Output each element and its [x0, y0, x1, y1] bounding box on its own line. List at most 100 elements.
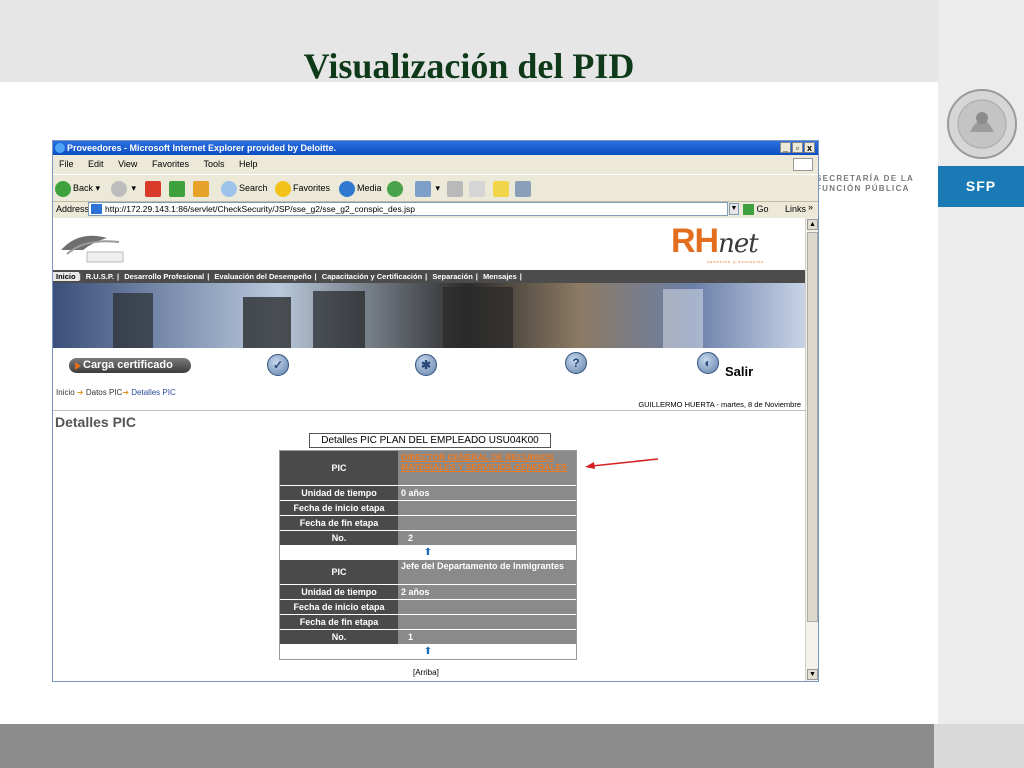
browser-window: Proveedores - Microsoft Internet Explore…	[52, 140, 819, 682]
orange-arrow-icon	[75, 362, 81, 370]
annotation-arrow-icon	[585, 458, 659, 469]
no-label: No.	[280, 531, 398, 545]
go-arrow-icon	[743, 204, 754, 216]
favorites-button[interactable]: Favorites	[275, 179, 330, 197]
page-viewport: RHnet conexión y evolución Inicio | R.U.S…	[53, 218, 805, 681]
nav-separacion[interactable]: Separación	[429, 272, 475, 281]
rhnet-logo: RHnet	[671, 222, 759, 260]
maximize-button[interactable]: ▫	[792, 142, 803, 153]
inicio-label: Fecha de inicio etapa	[280, 600, 398, 614]
forward-button[interactable]: ▾	[111, 179, 136, 197]
help-icon[interactable]: ?	[565, 352, 587, 374]
links-chevron-icon[interactable]: »	[808, 199, 813, 215]
media-icon	[339, 180, 355, 197]
browser-titlebar[interactable]: Proveedores - Microsoft Internet Explore…	[53, 141, 818, 155]
nav-desarrollo[interactable]: Desarrollo Profesional	[121, 272, 207, 281]
unidad-value: 0 años	[398, 486, 576, 500]
breadcrumb-datos-pic[interactable]: Datos PIC	[86, 388, 122, 397]
window-title: Proveedores - Microsoft Internet Explore…	[67, 143, 337, 153]
refresh-button[interactable]	[169, 179, 187, 197]
go-button[interactable]: Go	[743, 201, 769, 217]
mail-icon	[415, 180, 431, 197]
exit-icon[interactable]: ◐	[697, 352, 719, 374]
unidad-label: Unidad de tiempo	[280, 486, 398, 500]
inicio-label: Fecha de inicio etapa	[280, 501, 398, 515]
research-icon	[515, 180, 531, 197]
scroll-thumb[interactable]	[807, 232, 818, 622]
toolbar: Back ▾ ▾ Search Favorites Media ▾	[53, 174, 818, 202]
breadcrumb: Inicio ➔ Datos PIC➔ Detalles PIC	[56, 388, 176, 397]
slide-title: Visualización del PID	[303, 46, 635, 86]
mexico-seal-logo	[947, 89, 1017, 159]
user-date-line: GUILLERMO HUERTA - martes, 8 de Noviembr…	[638, 400, 801, 409]
page-heading: Detalles PIC	[55, 414, 136, 430]
banner-image	[53, 283, 805, 348]
arriba-link[interactable]: [Arriba]	[413, 668, 439, 677]
vertical-scrollbar[interactable]: ▲ ▼	[805, 218, 818, 681]
check-icon[interactable]: ✓	[267, 354, 289, 376]
discuss-button[interactable]	[493, 179, 511, 197]
scroll-down-icon[interactable]: ▼	[807, 669, 818, 680]
table-row: No. 1	[280, 630, 576, 645]
nav-inicio[interactable]: Inicio	[53, 272, 79, 281]
discuss-icon	[493, 180, 509, 197]
pic-value: Jefe del Departamento de Inmigrantes	[398, 560, 576, 584]
scroll-up-icon[interactable]: ▲	[807, 219, 818, 230]
fin-label: Fecha de fin etapa	[280, 615, 398, 629]
pic-value-link[interactable]: DIRECTOR GENERAL DE RECURSOS MATERIALES …	[398, 451, 576, 485]
back-button[interactable]: Back ▾	[55, 179, 100, 197]
up-arrow-icon[interactable]: ⬆	[280, 546, 576, 560]
edit-icon	[469, 180, 485, 197]
carga-certificado-button[interactable]: Carga certificado	[69, 358, 191, 373]
nav-evaluacion[interactable]: Evaluación del Desempeño	[211, 272, 314, 281]
menu-tools[interactable]: Tools	[203, 159, 224, 169]
minimize-button[interactable]: _	[780, 142, 791, 153]
fin-value	[398, 516, 576, 530]
stop-button[interactable]	[145, 179, 163, 197]
salir-link[interactable]: Salir	[725, 364, 753, 379]
print-button[interactable]	[447, 179, 465, 197]
menu-help[interactable]: Help	[239, 159, 258, 169]
pic-details-table: PIC DIRECTOR GENERAL DE RECURSOS MATERIA…	[279, 450, 577, 660]
history-icon	[387, 180, 403, 197]
breadcrumb-arrow-icon: ➔	[76, 388, 84, 397]
table-row: Fecha de inicio etapa	[280, 600, 576, 615]
links-button[interactable]: Links	[785, 201, 806, 217]
history-button[interactable]	[387, 179, 405, 197]
close-button[interactable]: x	[804, 142, 815, 153]
up-arrow-icon[interactable]: ⬆	[280, 645, 576, 659]
table-row: Fecha de fin etapa	[280, 615, 576, 630]
inicio-value	[398, 600, 576, 614]
research-button[interactable]	[515, 179, 533, 197]
address-label: Address	[56, 204, 90, 214]
nav-capacitacion[interactable]: Capacitación y Certificación	[319, 272, 425, 281]
table-row: Fecha de inicio etapa	[280, 501, 576, 516]
mail-button[interactable]: ▾	[415, 179, 440, 197]
menu-file[interactable]: File	[59, 159, 74, 169]
address-url: http://172.29.143.1:86/servlet/CheckSecu…	[105, 204, 415, 214]
secretaria-text: SECRETARÍA DE LA FUNCIÓN PÚBLICA	[816, 174, 915, 193]
government-logo	[61, 235, 124, 263]
sfp-badge: SFP	[938, 166, 1024, 207]
address-input[interactable]: http://172.29.143.1:86/servlet/CheckSecu…	[88, 202, 728, 216]
windows-logo-icon	[793, 158, 813, 171]
refresh-icon	[169, 180, 185, 197]
table-row: No. 2	[280, 531, 576, 546]
breadcrumb-detalles-pic: Detalles PIC	[131, 388, 176, 397]
search-button[interactable]: Search	[221, 179, 268, 197]
table-row: Unidad de tiempo 2 años	[280, 585, 576, 600]
menu-edit[interactable]: Edit	[88, 159, 104, 169]
nav-rusp[interactable]: R.U.S.P.	[83, 272, 117, 281]
home-button[interactable]	[193, 179, 211, 197]
star-badge-icon[interactable]: ✱	[415, 354, 437, 376]
edit-button[interactable]	[469, 179, 487, 197]
divider	[53, 410, 805, 411]
fin-value	[398, 615, 576, 629]
pic-label: PIC	[280, 560, 398, 584]
menu-favorites[interactable]: Favorites	[152, 159, 189, 169]
breadcrumb-inicio[interactable]: Inicio	[56, 388, 75, 397]
media-button[interactable]: Media	[339, 179, 382, 197]
nav-mensajes[interactable]: Mensajes	[480, 272, 520, 281]
menu-view[interactable]: View	[118, 159, 137, 169]
address-dropdown[interactable]: ▼	[729, 203, 739, 215]
